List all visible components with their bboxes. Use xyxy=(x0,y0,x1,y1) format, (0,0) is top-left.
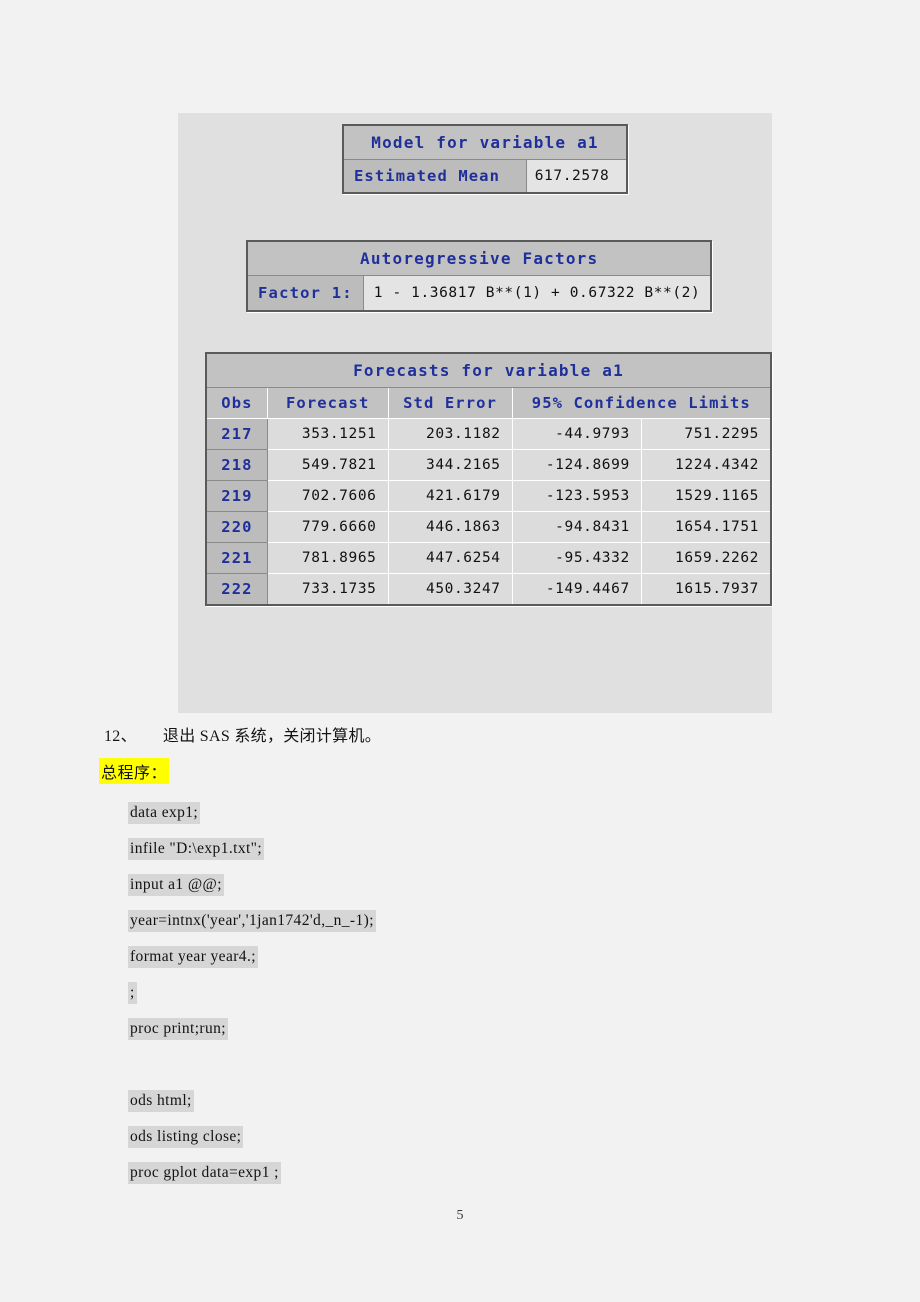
table-row: 217 353.1251 203.1182 -44.9793 751.2295 xyxy=(205,418,772,450)
program-heading-text: 总程序： xyxy=(101,765,168,782)
cell-std-error: 421.6179 xyxy=(387,480,513,512)
table-row: Forecasts for variable a1 xyxy=(205,352,772,388)
cell-obs: 222 xyxy=(205,573,268,606)
cell-forecast: 779.6660 xyxy=(266,511,389,543)
table-row: 222 733.1735 450.3247 -149.4467 1615.793… xyxy=(205,573,772,606)
cell-std-error: 447.6254 xyxy=(387,542,513,574)
table-row: 220 779.6660 446.1863 -94.8431 1654.1751 xyxy=(205,511,772,543)
cell-forecast: 733.1735 xyxy=(266,573,389,606)
step-12-number: 12、 xyxy=(104,728,137,745)
code-text: year=intnx('year','1jan1742'd,_n_-1); xyxy=(128,910,376,932)
table-row: Estimated Mean 617.2578 xyxy=(342,159,628,194)
table-row: Model for variable a1 xyxy=(342,124,628,160)
cell-obs: 217 xyxy=(205,418,268,450)
ar-table-title: Autoregressive Factors xyxy=(246,240,712,276)
estimated-mean-value: 617.2578 xyxy=(525,159,628,194)
code-text: format year year4.; xyxy=(128,946,258,968)
code-line: ; xyxy=(128,975,728,1011)
code-line: proc print;run; xyxy=(128,1011,728,1047)
code-text: ods html; xyxy=(128,1090,194,1112)
code-line-blank xyxy=(128,1047,728,1083)
program-heading: 总程序： xyxy=(99,758,170,784)
code-line: input a1 @@; xyxy=(128,867,728,903)
cell-upper-limit: 1615.7937 xyxy=(640,573,772,606)
cell-forecast: 702.7606 xyxy=(266,480,389,512)
table-row: 218 549.7821 344.2165 -124.8699 1224.434… xyxy=(205,449,772,481)
cell-obs: 221 xyxy=(205,542,268,574)
factor-1-label: Factor 1: xyxy=(246,275,364,312)
page-number: 5 xyxy=(456,1208,464,1223)
column-header-forecast: Forecast xyxy=(266,387,389,419)
column-header-confidence-limits: 95% Confidence Limits xyxy=(511,387,772,419)
sas-output-screenshot: Model for variable a1 Estimated Mean 617… xyxy=(178,113,772,713)
code-line: ods listing close; xyxy=(128,1119,728,1155)
cell-lower-limit: -94.8431 xyxy=(511,511,642,543)
model-for-variable-table: Model for variable a1 Estimated Mean 617… xyxy=(342,124,628,194)
cell-forecast: 549.7821 xyxy=(266,449,389,481)
cell-lower-limit: -149.4467 xyxy=(511,573,642,606)
forecasts-table: Forecasts for variable a1 Obs Forecast S… xyxy=(205,352,772,606)
code-line: year=intnx('year','1jan1742'd,_n_-1); xyxy=(128,903,728,939)
cell-std-error: 344.2165 xyxy=(387,449,513,481)
table-row: 219 702.7606 421.6179 -123.5953 1529.116… xyxy=(205,480,772,512)
table-header-row: Obs Forecast Std Error 95% Confidence Li… xyxy=(205,387,772,419)
code-text: infile "D:\exp1.txt"; xyxy=(128,838,265,860)
forecasts-table-title: Forecasts for variable a1 xyxy=(205,352,772,388)
column-header-std-error: Std Error xyxy=(387,387,513,419)
cell-upper-limit: 1529.1165 xyxy=(640,480,772,512)
factor-1-polynomial: 1 - 1.36817 B**(1) + 0.67322 B**(2) xyxy=(362,275,712,312)
cell-std-error: 450.3247 xyxy=(387,573,513,606)
column-header-obs: Obs xyxy=(205,387,268,419)
code-line: infile "D:\exp1.txt"; xyxy=(128,831,728,867)
cell-std-error: 203.1182 xyxy=(387,418,513,450)
cell-lower-limit: -44.9793 xyxy=(511,418,642,450)
code-text: proc gplot data=exp1 ; xyxy=(128,1162,281,1184)
cell-lower-limit: -123.5953 xyxy=(511,480,642,512)
code-text: ods listing close; xyxy=(128,1126,244,1148)
code-line: data exp1; xyxy=(128,795,728,831)
table-row: Factor 1: 1 - 1.36817 B**(1) + 0.67322 B… xyxy=(246,275,712,312)
model-table-title: Model for variable a1 xyxy=(342,124,628,160)
table-row: Autoregressive Factors xyxy=(246,240,712,276)
cell-obs: 220 xyxy=(205,511,268,543)
code-text: input a1 @@; xyxy=(128,874,224,896)
cell-forecast: 353.1251 xyxy=(266,418,389,450)
cell-lower-limit: -124.8699 xyxy=(511,449,642,481)
cell-upper-limit: 1659.2262 xyxy=(640,542,772,574)
cell-upper-limit: 1654.1751 xyxy=(640,511,772,543)
code-line: ods html; xyxy=(128,1083,728,1119)
sas-code-block: data exp1; infile "D:\exp1.txt"; input a… xyxy=(128,795,728,1191)
code-text: proc print;run; xyxy=(128,1018,228,1040)
cell-obs: 218 xyxy=(205,449,268,481)
code-text: ; xyxy=(128,982,137,1004)
cell-obs: 219 xyxy=(205,480,268,512)
estimated-mean-label: Estimated Mean xyxy=(342,159,527,194)
cell-lower-limit: -95.4332 xyxy=(511,542,642,574)
code-text: data exp1; xyxy=(128,802,201,824)
step-12-text: 退出 SAS 系统，关闭计算机。 xyxy=(162,728,382,745)
code-line: format year year4.; xyxy=(128,939,728,975)
code-line: proc gplot data=exp1 ; xyxy=(128,1155,728,1191)
step-12-paragraph: 12、 退出 SAS 系统，关闭计算机。 xyxy=(104,722,381,746)
table-row: 221 781.8965 447.6254 -95.4332 1659.2262 xyxy=(205,542,772,574)
cell-upper-limit: 751.2295 xyxy=(640,418,772,450)
autoregressive-factors-table: Autoregressive Factors Factor 1: 1 - 1.3… xyxy=(246,240,713,312)
cell-std-error: 446.1863 xyxy=(387,511,513,543)
cell-forecast: 781.8965 xyxy=(266,542,389,574)
cell-upper-limit: 1224.4342 xyxy=(640,449,772,481)
